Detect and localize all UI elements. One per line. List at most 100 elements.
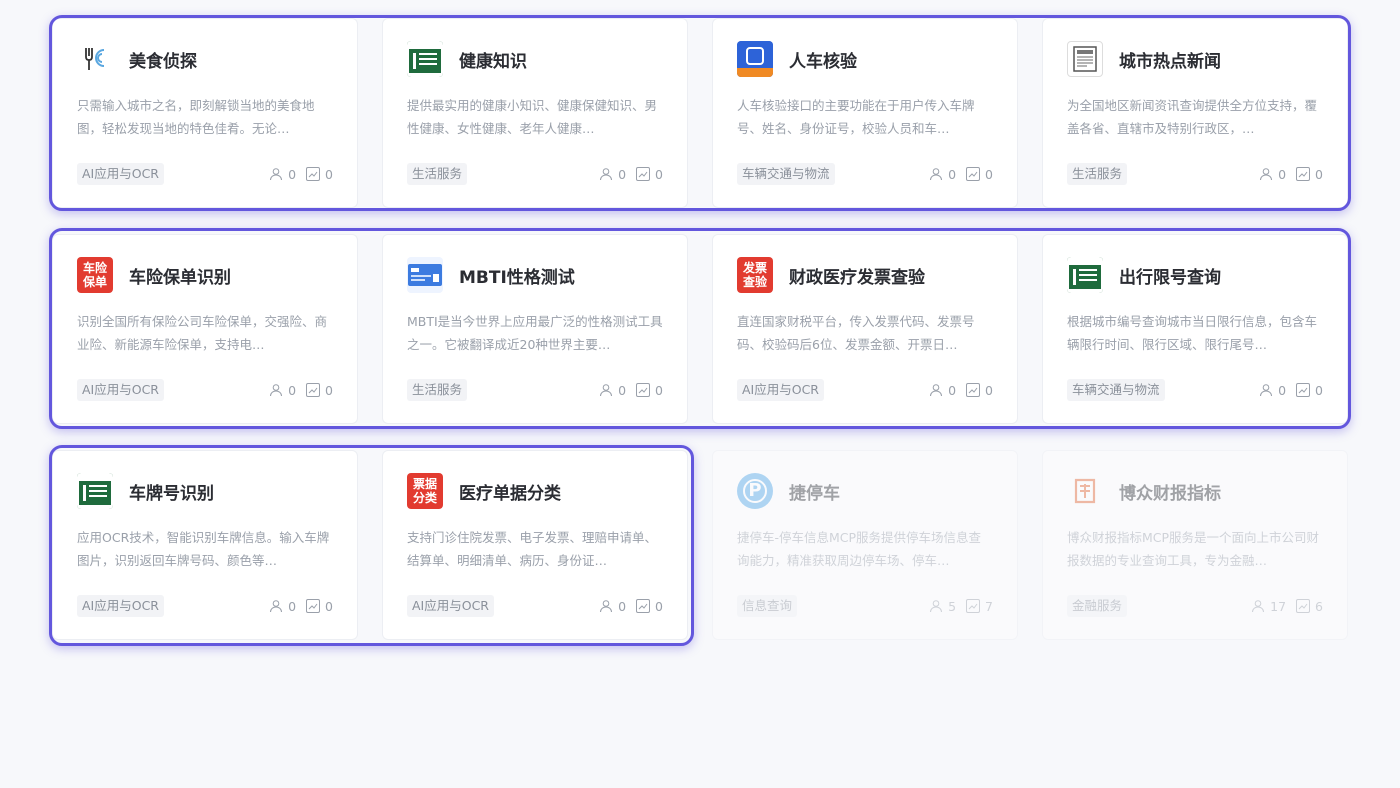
traffic-sign-icon bbox=[1067, 257, 1103, 293]
call-count: 0 bbox=[985, 382, 993, 398]
call-count: 0 bbox=[655, 166, 663, 182]
user-count: 0 bbox=[618, 598, 627, 614]
user-icon bbox=[269, 599, 283, 613]
category-tag: AI应用与OCR bbox=[77, 595, 164, 617]
parking-icon-text: P bbox=[743, 479, 767, 503]
service-card-food-detective[interactable]: 美食侦探 只需输入城市之名，即刻解锁当地的美食地图，轻松发现当地的特色佳肴。无论… bbox=[52, 18, 358, 208]
service-card-invoice-verify[interactable]: 发票 查验 财政医疗发票查验 直连国家财税平台，传入发票代码、发票号码、校验码后… bbox=[712, 234, 1018, 424]
card-title: MBTI性格测试 bbox=[459, 267, 575, 288]
chart-icon bbox=[636, 383, 651, 397]
card-title: 博众财报指标 bbox=[1119, 483, 1221, 504]
category-tag: 车辆交通与物流 bbox=[1067, 379, 1165, 401]
category-tag: AI应用与OCR bbox=[407, 595, 494, 617]
insurance-icon-text: 车险 保单 bbox=[82, 261, 107, 289]
user-icon bbox=[599, 599, 613, 613]
card-description: 捷停车-停车信息MCP服务提供停车场信息查询能力，精准获取周边停车场、停车… bbox=[737, 530, 982, 568]
health-icon bbox=[407, 41, 443, 77]
call-count: 0 bbox=[325, 166, 333, 182]
category-tag: AI应用与OCR bbox=[737, 379, 824, 401]
user-count: 0 bbox=[948, 166, 957, 182]
card-description: 应用OCR技术，智能识别车牌信息。输入车牌图片，识别返回车牌号码、颜色等… bbox=[77, 530, 330, 568]
chart-icon bbox=[636, 599, 651, 613]
chart-icon bbox=[636, 167, 651, 181]
call-count: 0 bbox=[1315, 166, 1323, 182]
vehicle-id-icon bbox=[737, 41, 773, 77]
user-count: 0 bbox=[1278, 382, 1287, 398]
card-description: 博众财报指标MCP服务是一个面向上市公司财报数据的专业查询工具，专为金融… bbox=[1067, 530, 1320, 568]
chart-icon bbox=[306, 383, 321, 397]
card-description: 根据城市编号查询城市当日限行信息，包含车辆限行时间、限行区域、限行尾号… bbox=[1067, 314, 1318, 352]
chart-icon bbox=[306, 167, 321, 181]
card-title: 出行限号查询 bbox=[1119, 267, 1221, 288]
category-tag: 金融服务 bbox=[1067, 595, 1128, 617]
service-card-health-knowledge[interactable]: 健康知识 提供最实用的健康小知识、健康保健知识、男性健康、女性健康、老年人健康…… bbox=[382, 18, 688, 208]
user-count: 0 bbox=[618, 382, 627, 398]
card-title: 捷停车 bbox=[789, 483, 840, 504]
user-icon bbox=[929, 599, 943, 613]
user-count: 5 bbox=[948, 598, 957, 614]
service-card-city-news[interactable]: 城市热点新闻 为全国地区新闻资讯查询提供全方位支持，覆盖各省、直辖市及特别行政区… bbox=[1042, 18, 1348, 208]
service-card-plate-ocr[interactable]: 车牌号识别 应用OCR技术，智能识别车牌信息。输入车牌图片，识别返回车牌号码、颜… bbox=[52, 450, 358, 640]
chart-icon bbox=[966, 167, 981, 181]
service-card-medical-doc-classify[interactable]: 票据 分类 医疗单据分类 支持门诊住院发票、电子发票、理赔申请单、结算单、明细清… bbox=[382, 450, 688, 640]
card-title: 车险保单识别 bbox=[129, 267, 231, 288]
call-count: 0 bbox=[325, 382, 333, 398]
medical-doc-icon-text: 票据 分类 bbox=[412, 477, 437, 505]
service-card-bozhong-finance[interactable]: 博众财报指标 博众财报指标MCP服务是一个面向上市公司财报数据的专业查询工具，专… bbox=[1042, 450, 1348, 640]
card-title: 车牌号识别 bbox=[129, 483, 214, 504]
service-card-traffic-restriction[interactable]: 出行限号查询 根据城市编号查询城市当日限行信息，包含车辆限行时间、限行区域、限行… bbox=[1042, 234, 1348, 424]
service-card-jie-parking[interactable]: P 捷停车 捷停车-停车信息MCP服务提供停车场信息查询能力，精准获取周边停车场… bbox=[712, 450, 1018, 640]
user-count: 0 bbox=[288, 382, 297, 398]
traffic-sign-icon bbox=[77, 473, 113, 509]
service-card-mbti[interactable]: MBTI性格测试 MBTI是当今世界上应用最广泛的性格测试工具之一。它被翻译成近… bbox=[382, 234, 688, 424]
card-description: 直连国家财税平台，传入发票代码、发票号码、校验码后6位、发票金额、开票日… bbox=[737, 314, 975, 352]
category-tag: AI应用与OCR bbox=[77, 379, 164, 401]
card-title: 美食侦探 bbox=[129, 51, 197, 72]
medical-doc-icon: 票据 分类 bbox=[407, 473, 443, 509]
call-count: 7 bbox=[985, 598, 993, 614]
call-count: 0 bbox=[655, 382, 663, 398]
card-title: 健康知识 bbox=[459, 51, 527, 72]
chart-icon bbox=[966, 599, 981, 613]
category-tag: AI应用与OCR bbox=[77, 163, 164, 185]
insurance-icon: 车险 保单 bbox=[77, 257, 113, 293]
user-count: 0 bbox=[948, 382, 957, 398]
fork-icon bbox=[77, 41, 113, 77]
user-icon bbox=[1251, 599, 1265, 613]
service-grid: 美食侦探 只需输入城市之名，即刻解锁当地的美食地图，轻松发现当地的特色佳肴。无论… bbox=[0, 0, 1400, 788]
card-title: 财政医疗发票查验 bbox=[789, 267, 925, 288]
newspaper-icon bbox=[1067, 41, 1103, 77]
card-description: 人车核验接口的主要功能在于用户传入车牌号、姓名、身份证号，校验人员和车… bbox=[737, 98, 975, 136]
service-card-insurance-ocr[interactable]: 车险 保单 车险保单识别 识别全国所有保险公司车险保单，交强险、商业险、新能源车… bbox=[52, 234, 358, 424]
user-icon bbox=[599, 167, 613, 181]
chart-icon bbox=[306, 599, 321, 613]
finance-icon bbox=[1067, 473, 1103, 509]
card-title: 医疗单据分类 bbox=[459, 483, 561, 504]
chart-icon bbox=[1296, 383, 1311, 397]
card-description: MBTI是当今世界上应用最广泛的性格测试工具之一。它被翻译成近20种世界主要… bbox=[407, 314, 663, 352]
invoice-icon: 发票 查验 bbox=[737, 257, 773, 293]
user-count: 0 bbox=[1278, 166, 1287, 182]
parking-icon: P bbox=[737, 473, 773, 509]
card-icon bbox=[407, 257, 443, 293]
card-title: 人车核验 bbox=[789, 51, 857, 72]
user-icon bbox=[269, 383, 283, 397]
card-description: 识别全国所有保险公司车险保单，交强险、商业险、新能源车险保单，支持电… bbox=[77, 314, 328, 352]
user-count: 0 bbox=[288, 166, 297, 182]
user-count: 17 bbox=[1270, 598, 1287, 614]
invoice-icon-text: 发票 查验 bbox=[742, 261, 767, 289]
user-icon bbox=[1259, 167, 1273, 181]
user-icon bbox=[929, 383, 943, 397]
user-icon bbox=[1259, 383, 1273, 397]
chart-icon bbox=[966, 383, 981, 397]
card-description: 为全国地区新闻资讯查询提供全方位支持，覆盖各省、直辖市及特别行政区，… bbox=[1067, 98, 1318, 136]
chart-icon bbox=[1296, 599, 1311, 613]
call-count: 0 bbox=[655, 598, 663, 614]
call-count: 0 bbox=[1315, 382, 1323, 398]
category-tag: 信息查询 bbox=[737, 595, 798, 617]
call-count: 0 bbox=[985, 166, 993, 182]
category-tag: 生活服务 bbox=[407, 379, 468, 401]
category-tag: 生活服务 bbox=[1067, 163, 1128, 185]
service-card-vehicle-verify[interactable]: 人车核验 人车核验接口的主要功能在于用户传入车牌号、姓名、身份证号，校验人员和车… bbox=[712, 18, 1018, 208]
category-tag: 生活服务 bbox=[407, 163, 468, 185]
